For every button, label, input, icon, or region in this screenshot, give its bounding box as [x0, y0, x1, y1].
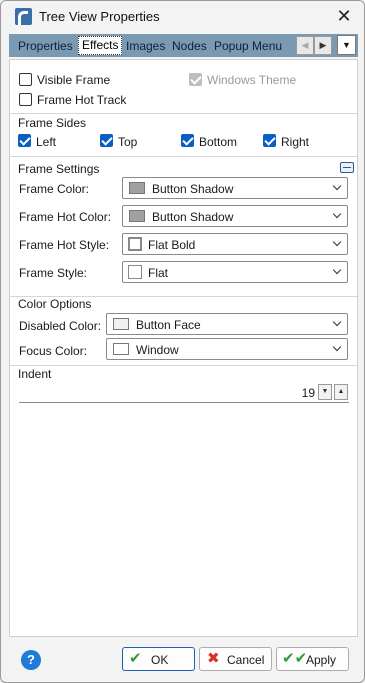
frame-side-left-label: Left [36, 135, 57, 149]
frame-side-top-label: Top [118, 135, 138, 149]
focus-color-label: Focus Color: [19, 344, 88, 358]
chevron-down-icon [332, 342, 342, 352]
tab-effects[interactable]: Effects [78, 36, 123, 55]
focus-color-value: Window [136, 343, 179, 357]
style-swatch [128, 237, 142, 251]
frame-color-value: Button Shadow [152, 182, 234, 196]
chevron-right-icon: ▶ [319, 40, 327, 50]
frame-hot-color-value: Button Shadow [152, 210, 234, 224]
indent-spin-field[interactable]: 19 ▼ ▲ [19, 382, 349, 403]
title-bar: Tree View Properties ✕ [1, 1, 364, 32]
focus-color-select[interactable]: Window [106, 338, 348, 360]
visible-frame-checkbox[interactable] [19, 73, 32, 86]
disabled-color-value: Button Face [136, 318, 201, 332]
chevron-up-icon: ▲ [337, 388, 345, 395]
tab-list-button[interactable]: ▼ [337, 35, 356, 55]
double-check-icon: ✔✔ [282, 650, 308, 667]
chevron-down-icon [332, 317, 342, 327]
divider [10, 365, 357, 366]
chevron-down-icon [332, 181, 342, 191]
close-icon: ✕ [336, 6, 352, 26]
tab-images[interactable]: Images [123, 36, 168, 56]
cancel-button[interactable]: ✖ Cancel [199, 647, 272, 671]
tab-scroll-left-button[interactable]: ◀ [296, 36, 314, 55]
disabled-color-select[interactable]: Button Face [106, 313, 348, 335]
apply-button[interactable]: ✔✔ Apply [276, 647, 349, 671]
chevron-down-icon: ▼ [342, 40, 351, 50]
tab-popup-menu[interactable]: Popup Menu [211, 36, 285, 56]
disabled-color-label: Disabled Color: [19, 319, 102, 333]
windows-theme-label: Windows Theme [207, 73, 297, 87]
chevron-down-icon [332, 209, 342, 219]
frame-color-select[interactable]: Button Shadow [122, 177, 348, 199]
cancel-button-label: Cancel [227, 653, 265, 667]
frame-side-left-checkbox[interactable] [18, 134, 31, 147]
frame-side-right-checkbox[interactable] [263, 134, 276, 147]
indent-title: Indent [18, 367, 52, 381]
tab-strip: Properties Effects Images Nodes Popup Me… [9, 34, 358, 57]
frame-color-label: Frame Color: [19, 182, 90, 196]
tab-scroll-right-button[interactable]: ▶ [314, 36, 332, 55]
apply-button-label: Apply [306, 653, 337, 667]
tab-nodes[interactable]: Nodes [169, 36, 210, 56]
frame-side-top-checkbox[interactable] [100, 134, 113, 147]
chevron-down-icon: ▼ [321, 388, 329, 395]
close-button[interactable]: ✕ [332, 5, 356, 27]
ok-button-label: OK [151, 653, 169, 667]
windows-theme-checkbox[interactable] [189, 73, 202, 86]
frame-hot-style-label: Frame Hot Style: [19, 238, 110, 252]
frame-side-bottom-label: Bottom [199, 135, 238, 149]
indent-decrement-button[interactable]: ▼ [318, 384, 332, 400]
effects-panel: Visible Frame Frame Hot Track Windows Th… [9, 59, 358, 637]
chevron-down-icon [332, 237, 342, 247]
frame-side-right-label: Right [281, 135, 310, 149]
tab-properties[interactable]: Properties [15, 36, 76, 56]
check-icon: ✔ [129, 650, 142, 667]
color-options-title: Color Options [18, 297, 92, 311]
dialog-window: Tree View Properties ✕ Properties Effect… [0, 0, 365, 683]
frame-hot-style-value: Flat Bold [148, 238, 196, 252]
frame-settings-title: Frame Settings [18, 162, 100, 176]
ok-button[interactable]: ✔ OK [122, 647, 195, 671]
divider [10, 156, 357, 157]
indent-value: 19 [301, 386, 315, 400]
frame-hot-color-select[interactable]: Button Shadow [122, 205, 348, 227]
frame-hot-style-select[interactable]: Flat Bold [122, 233, 348, 255]
frame-side-bottom-checkbox[interactable] [181, 134, 194, 147]
color-swatch [129, 182, 145, 194]
chevron-down-icon [332, 265, 342, 275]
frame-hot-track-checkbox[interactable] [19, 93, 32, 106]
collapse-frame-settings-button[interactable] [340, 162, 354, 173]
frame-hot-color-label: Frame Hot Color: [19, 210, 112, 224]
chevron-left-icon: ◀ [301, 40, 309, 50]
frame-style-select[interactable]: Flat [122, 261, 348, 283]
divider [10, 113, 357, 114]
color-swatch [129, 210, 145, 222]
color-swatch [113, 318, 129, 330]
frame-style-label: Frame Style: [19, 266, 88, 280]
style-swatch [128, 265, 142, 279]
frame-sides-title: Frame Sides [18, 116, 87, 130]
close-icon: ✖ [207, 650, 220, 667]
indent-increment-button[interactable]: ▲ [334, 384, 348, 400]
app-icon [15, 8, 32, 25]
color-swatch [113, 343, 129, 355]
window-title: Tree View Properties [39, 9, 160, 24]
frame-style-value: Flat [148, 266, 169, 280]
visible-frame-label: Visible Frame [37, 73, 111, 87]
frame-hot-track-label: Frame Hot Track [37, 93, 127, 107]
help-icon[interactable]: ? [21, 650, 41, 670]
